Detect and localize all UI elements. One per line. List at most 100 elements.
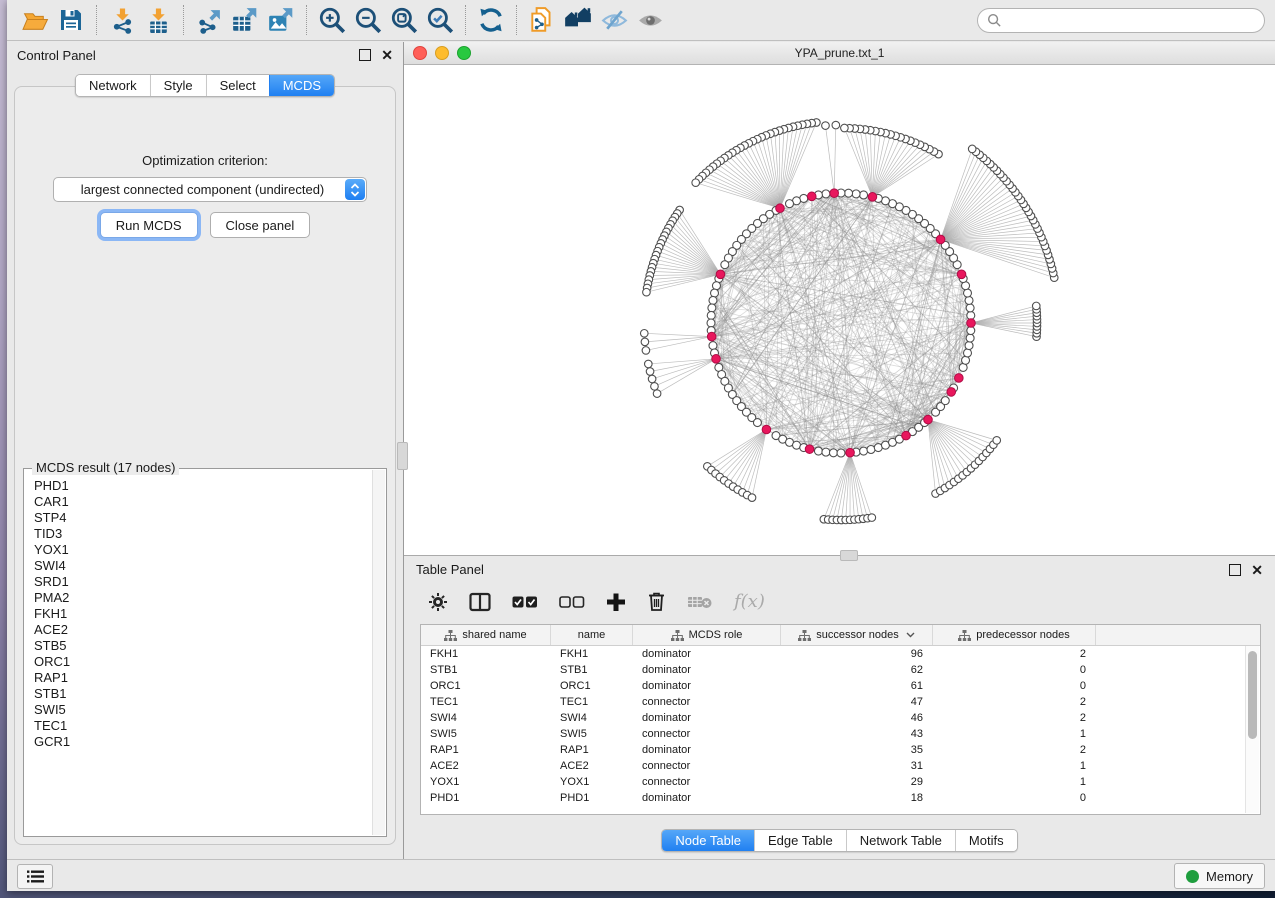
network-node[interactable]: [860, 191, 868, 199]
export-table-icon[interactable]: [227, 4, 263, 36]
mcds-result-item[interactable]: CAR1: [34, 494, 385, 510]
close-table-panel-icon[interactable]: ✕: [1251, 565, 1263, 575]
network-node[interactable]: [709, 342, 717, 350]
network-node[interactable]: [852, 190, 860, 198]
leaf-node[interactable]: [646, 368, 654, 376]
column-header-predecessor-nodes[interactable]: predecessor nodes: [933, 625, 1096, 645]
network-node[interactable]: [707, 319, 715, 327]
table-scrollbar[interactable]: [1245, 646, 1259, 813]
leaf-node[interactable]: [692, 179, 700, 187]
leaf-node[interactable]: [640, 330, 648, 338]
mcds-hub-node[interactable]: [924, 415, 933, 424]
network-node[interactable]: [709, 296, 717, 304]
leaf-node[interactable]: [968, 145, 976, 153]
tab-network[interactable]: Network: [76, 75, 150, 96]
table-row[interactable]: ACE2ACE2connector311: [421, 758, 1260, 774]
open-file-icon[interactable]: [17, 4, 53, 36]
network-node[interactable]: [965, 296, 973, 304]
network-node[interactable]: [845, 189, 853, 197]
table-row[interactable]: SWI4SWI4dominator462: [421, 710, 1260, 726]
mcds-hub-node[interactable]: [936, 235, 945, 244]
network-node[interactable]: [867, 445, 875, 453]
leaf-node[interactable]: [993, 437, 1001, 445]
mcds-result-item[interactable]: ACE2: [34, 622, 385, 638]
leaf-node[interactable]: [653, 390, 661, 398]
mcds-hub-node[interactable]: [712, 355, 721, 364]
table-scrollbar-thumb[interactable]: [1248, 651, 1257, 739]
network-node[interactable]: [860, 447, 868, 455]
mcds-result-item[interactable]: STB5: [34, 638, 385, 654]
mcds-hub-node[interactable]: [955, 374, 964, 383]
mcds-result-item[interactable]: STP4: [34, 510, 385, 526]
delete-table-icon[interactable]: [687, 594, 713, 610]
leaf-node[interactable]: [868, 514, 876, 522]
mcds-result-item[interactable]: PMA2: [34, 590, 385, 606]
leaf-node[interactable]: [748, 494, 756, 502]
network-node[interactable]: [837, 449, 845, 457]
zoom-in-icon[interactable]: [314, 4, 350, 36]
mcds-result-scrollbar[interactable]: [372, 470, 385, 835]
export-network-icon[interactable]: [191, 4, 227, 36]
network-from-selection-icon[interactable]: [524, 4, 560, 36]
network-node[interactable]: [963, 349, 971, 357]
table-row[interactable]: TEC1TEC1connector472: [421, 694, 1260, 710]
table-row[interactable]: FKH1FKH1dominator962: [421, 646, 1260, 662]
minimize-window-icon[interactable]: [435, 46, 449, 60]
column-header-MCDS-role[interactable]: MCDS role: [633, 625, 781, 645]
network-node[interactable]: [707, 311, 715, 319]
mcds-result-item[interactable]: SWI4: [34, 558, 385, 574]
zoom-fit-icon[interactable]: [386, 4, 422, 36]
mcds-result-item[interactable]: GCR1: [34, 734, 385, 750]
tab-style[interactable]: Style: [150, 75, 206, 96]
network-node[interactable]: [963, 289, 971, 297]
table-row[interactable]: YOX1YOX1connector291: [421, 774, 1260, 790]
mcds-result-item[interactable]: TEC1: [34, 718, 385, 734]
leaf-node[interactable]: [651, 383, 659, 391]
maximize-window-icon[interactable]: [457, 46, 471, 60]
run-mcds-button[interactable]: Run MCDS: [100, 212, 198, 238]
mcds-hub-node[interactable]: [716, 270, 725, 279]
network-canvas[interactable]: [404, 65, 1275, 555]
table-tab-edge-table[interactable]: Edge Table: [754, 830, 846, 851]
mcds-hub-node[interactable]: [805, 445, 814, 454]
network-node[interactable]: [822, 448, 830, 456]
table-tab-node-table[interactable]: Node Table: [662, 830, 754, 851]
column-header-shared-name[interactable]: shared name: [421, 625, 551, 645]
mcds-hub-node[interactable]: [868, 193, 877, 202]
float-table-panel-icon[interactable]: [1229, 564, 1241, 576]
network-node[interactable]: [941, 397, 949, 405]
import-network-icon[interactable]: [104, 4, 140, 36]
leaf-node[interactable]: [841, 124, 849, 132]
mcds-hub-node[interactable]: [762, 425, 771, 434]
split-panel-icon[interactable]: [469, 592, 491, 612]
zoom-out-icon[interactable]: [350, 4, 386, 36]
mcds-hub-node[interactable]: [957, 270, 966, 279]
table-row[interactable]: RAP1RAP1dominator352: [421, 742, 1260, 758]
network-node[interactable]: [721, 261, 729, 269]
network-node[interactable]: [786, 200, 794, 208]
horizontal-splitter-handle[interactable]: [840, 550, 858, 561]
leaf-node[interactable]: [645, 360, 653, 368]
function-builder-icon[interactable]: f(x): [734, 591, 765, 612]
search-field[interactable]: [977, 8, 1265, 33]
mcds-hub-node[interactable]: [830, 189, 839, 198]
select-all-checkbox-icon[interactable]: [512, 595, 538, 609]
add-column-icon[interactable]: [606, 592, 626, 612]
mcds-result-item[interactable]: STB1: [34, 686, 385, 702]
network-node[interactable]: [711, 289, 719, 297]
mcds-result-item[interactable]: SWI5: [34, 702, 385, 718]
mcds-hub-node[interactable]: [947, 388, 956, 397]
leaf-node[interactable]: [648, 375, 656, 383]
leaf-node[interactable]: [822, 122, 830, 130]
hide-selected-icon[interactable]: [596, 4, 632, 36]
delete-column-icon[interactable]: [647, 591, 666, 612]
close-window-icon[interactable]: [413, 46, 427, 60]
leaf-node[interactable]: [641, 338, 649, 346]
float-panel-icon[interactable]: [359, 49, 371, 61]
mcds-result-item[interactable]: RAP1: [34, 670, 385, 686]
mcds-hub-node[interactable]: [707, 332, 716, 341]
export-image-icon[interactable]: [263, 4, 299, 36]
mcds-hub-node[interactable]: [902, 431, 911, 440]
save-session-icon[interactable]: [53, 4, 89, 36]
mcds-hub-node[interactable]: [776, 204, 785, 213]
